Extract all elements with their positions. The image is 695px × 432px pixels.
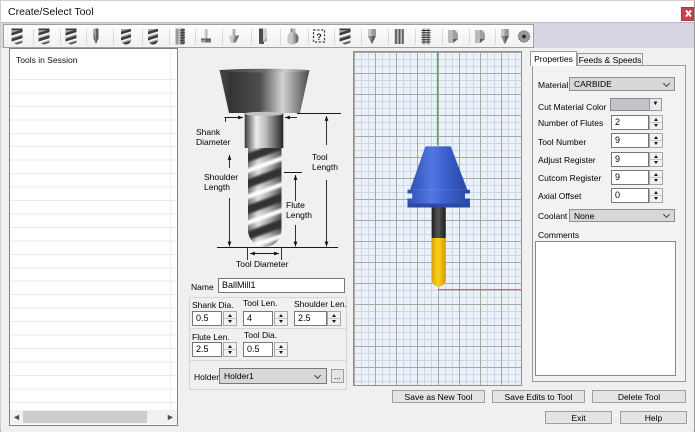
svg-text:Length: Length xyxy=(312,162,338,172)
svg-text:Shank: Shank xyxy=(196,127,221,137)
svg-text:Flute: Flute xyxy=(286,200,305,210)
svg-text:Length: Length xyxy=(204,182,230,192)
svg-text:Tool: Tool xyxy=(312,152,328,162)
svg-text:Length: Length xyxy=(286,210,312,220)
svg-text:Shoulder: Shoulder xyxy=(204,172,238,182)
svg-text:?: ? xyxy=(316,32,322,42)
svg-text:Tool Diameter: Tool Diameter xyxy=(236,259,289,269)
svg-text:Diameter: Diameter xyxy=(196,137,231,147)
